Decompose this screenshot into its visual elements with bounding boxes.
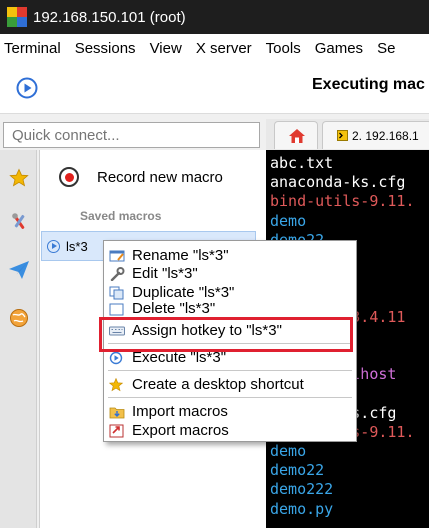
- rename-icon: [109, 250, 125, 261]
- menu-bar: Terminal Sessions View X server Tools Ga…: [0, 34, 429, 62]
- star-icon: [8, 168, 29, 187]
- home-icon: [289, 129, 305, 143]
- menu-item-rename-label: Rename "ls*3": [132, 247, 229, 264]
- record-macro-button[interactable]: Record new macro: [40, 160, 267, 194]
- menu-item-rename[interactable]: Rename "ls*3": [104, 246, 356, 265]
- paper-plane-icon: [8, 261, 29, 279]
- terminal-line: demo.py: [270, 499, 334, 518]
- menu-separator: [108, 370, 352, 371]
- menu-sessions[interactable]: Sessions: [75, 40, 136, 57]
- menu-item-duplicate-label: Duplicate "ls*3": [132, 284, 235, 301]
- tab-session[interactable]: 2. 192.168.1: [322, 121, 429, 149]
- quick-connect-input[interactable]: [3, 122, 260, 148]
- menu-view[interactable]: View: [150, 40, 182, 57]
- menu-games[interactable]: Games: [315, 40, 363, 57]
- delete-icon: [109, 303, 124, 316]
- menu-item-edit-label: Edit "ls*3": [132, 265, 198, 282]
- highlight-box: [99, 317, 353, 352]
- menu-item-import[interactable]: Import macros: [104, 402, 356, 421]
- terminal-tab-icon: [337, 130, 348, 141]
- saved-macros-heading: Saved macros: [80, 209, 162, 223]
- left-sidebar: [0, 150, 37, 528]
- menu-terminal[interactable]: Terminal: [4, 40, 61, 57]
- menu-item-export-label: Export macros: [132, 422, 229, 439]
- play-macro-icon[interactable]: [16, 77, 38, 99]
- menu-item-import-label: Import macros: [132, 403, 228, 420]
- globe-icon: [9, 309, 28, 327]
- menu-item-duplicate[interactable]: Duplicate "ls*3": [104, 283, 356, 302]
- wrench-icon: [110, 266, 125, 281]
- app-window: 192.168.150.101 (root) Terminal Sessions…: [0, 0, 429, 528]
- menu-tools[interactable]: Tools: [266, 40, 301, 57]
- menu-item-desktop-shortcut-label: Create a desktop shortcut: [132, 376, 304, 393]
- terminal-line: abc.txt: [270, 154, 334, 172]
- sidebar-tools[interactable]: [0, 200, 37, 244]
- play-icon: [109, 351, 123, 364]
- menu-settings[interactable]: Se: [377, 40, 395, 57]
- terminal-line: demo22: [270, 461, 325, 480]
- sidebar-macros[interactable]: [0, 248, 37, 292]
- menu-item-edit[interactable]: Edit "ls*3": [104, 264, 356, 283]
- star-icon: [109, 377, 124, 391]
- terminal-line: demo: [270, 442, 307, 460]
- record-macro-label: Record new macro: [97, 168, 223, 186]
- terminal-line: demo222: [270, 480, 334, 499]
- sidebar-favorites[interactable]: [0, 156, 37, 200]
- export-icon: [109, 424, 124, 437]
- menu-item-desktop-shortcut[interactable]: Create a desktop shortcut: [104, 375, 356, 394]
- menu-item-delete-label: Delete "ls*3": [132, 302, 216, 316]
- terminal-line: anaconda-ks.cfg: [270, 173, 406, 192]
- sidebar-network[interactable]: [0, 296, 37, 340]
- window-title: 192.168.150.101 (root): [33, 8, 186, 26]
- menu-item-export[interactable]: Export macros: [104, 421, 356, 440]
- macro-play-icon: [47, 239, 60, 253]
- toolbar-title: Executing mac: [312, 76, 425, 93]
- session-tab-label: 2. 192.168.1: [352, 128, 419, 143]
- menu-separator: [108, 397, 352, 398]
- macro-name: ls*3: [66, 238, 88, 254]
- terminal-line: bind-utils-9.11.: [270, 192, 415, 211]
- terminal-line: demo: [270, 211, 307, 230]
- mobaxterm-logo-icon: [7, 7, 27, 27]
- toolbar: Executing mac: [0, 62, 429, 114]
- tab-home[interactable]: [274, 121, 318, 149]
- title-bar: 192.168.150.101 (root): [0, 0, 429, 34]
- tools-icon: [11, 213, 24, 229]
- record-icon: [59, 167, 79, 187]
- folder-import-icon: [109, 407, 125, 418]
- menu-item-delete[interactable]: Delete "ls*3": [104, 302, 356, 316]
- menu-x-server[interactable]: X server: [196, 40, 252, 57]
- duplicate-icon: [109, 286, 124, 299]
